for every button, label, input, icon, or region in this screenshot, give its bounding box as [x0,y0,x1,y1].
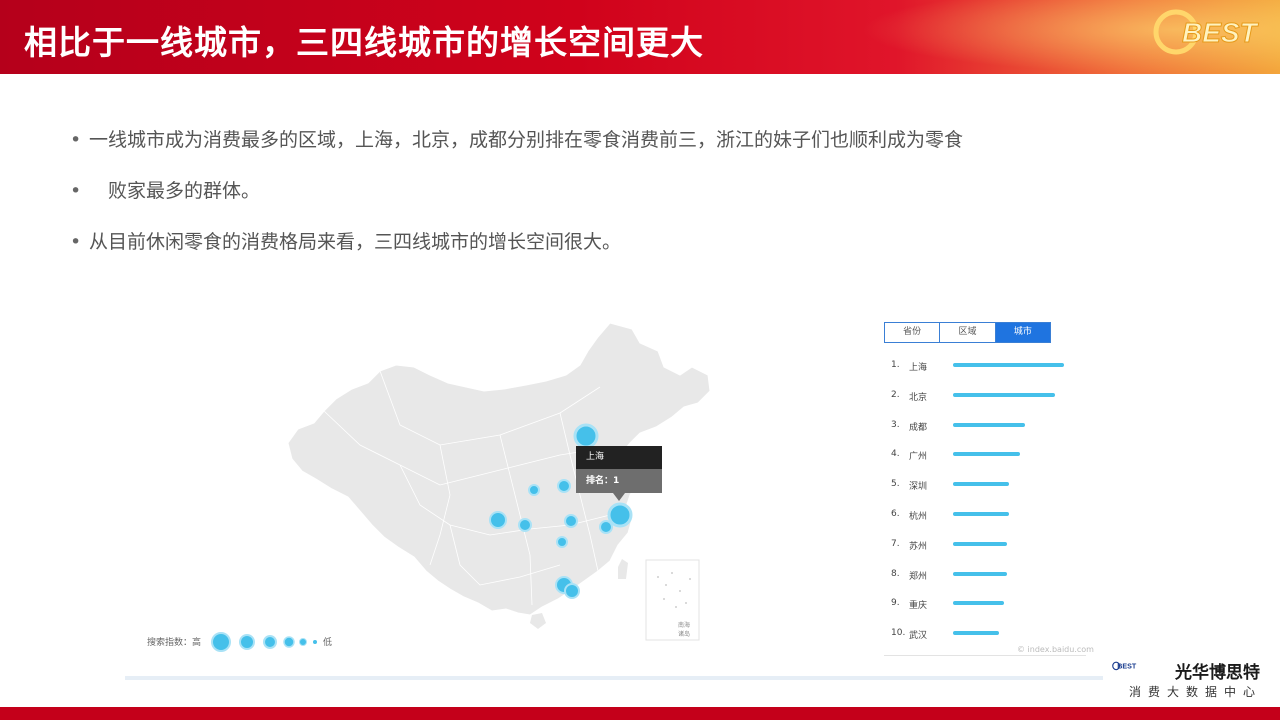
best-logo-top: BEST [1153,9,1260,55]
bullet-marker: • [70,231,82,253]
ranking-row: 8. 郑州 [884,561,1094,591]
brand-logo: BEST [1112,661,1137,671]
taiwan-island [618,559,628,579]
bubble-chongqing[interactable] [518,518,532,532]
region-tabs: 省份 区域 城市 [884,322,1051,343]
rank-number: 2. [891,389,900,400]
tooltip-city: 上海 [576,446,662,469]
map-tooltip: 上海 排名：1 [576,446,662,501]
bubble-hangzhou[interactable] [599,520,613,534]
legend-high-label: 搜索指数：高 [147,638,202,648]
ranking-row: 4. 广州 [884,441,1094,471]
bubble-wuhan[interactable] [564,514,578,528]
ranking-row: 7. 苏州 [884,531,1094,561]
bullet-item: • 败家最多的群体。 [70,177,1150,205]
footer-bar [0,707,1280,720]
rank-bar [953,452,1020,457]
rank-bar [953,482,1009,487]
bubble-shenzhen[interactable] [564,583,580,599]
tooltip-pointer [613,493,625,501]
rank-city: 重庆 [909,601,928,612]
map-legend: 搜索指数：高 低 [147,631,347,653]
ranking-row: 9. 重庆 [884,590,1094,620]
legend-dot [239,634,255,650]
rank-bar [953,422,1025,427]
data-source-credit: © index.baidu.com [1017,645,1094,654]
legend-dot [299,638,307,646]
brand-name: 光华博思特 [1175,663,1260,683]
legend-scale [211,632,317,652]
bubble-zhengzhou[interactable] [557,479,571,493]
header-banner: 相比于一线城市，三四线城市的增长空间更大 BEST [0,0,1280,74]
bullet-item: • 从目前休闲零食的消费格局来看，三四线城市的增长空间很大。 [70,228,1150,256]
bullet-list: • 一线城市成为消费最多的区域，上海，北京，成都分别排在零食消费前三，浙江的妹子… [70,126,1150,279]
rank-number: 6. [891,508,900,519]
rank-bar [953,363,1064,367]
bullet-marker: • [70,180,82,202]
tooltip-rank: 排名：1 [576,469,662,493]
tab-province[interactable]: 省份 [885,323,941,342]
ranking-row: 1. 上海 [884,352,1094,382]
bullet-marker: • [70,129,82,151]
ranking-baseline [884,655,1086,656]
tab-city[interactable]: 城市 [995,323,1050,342]
south-sea-inset: 南海 诸岛 [645,559,700,641]
svg-text:BEST: BEST [1117,663,1137,671]
rank-number: 4. [891,449,900,460]
rank-city: 成都 [909,422,928,433]
bubble-chengdu[interactable] [489,511,507,529]
legend-dot [283,636,295,648]
rank-number: 1. [891,360,900,370]
rank-city: 深圳 [909,482,928,493]
ranking-row: 2. 北京 [884,382,1094,412]
rank-number: 7. [891,538,900,549]
rank-number: 9. [891,598,900,609]
rank-city: 郑州 [909,571,928,582]
rank-city: 苏州 [909,541,928,552]
bubble-shanghai[interactable] [607,502,633,528]
hainan-island [530,613,546,629]
rank-bar [953,571,1007,576]
rank-number: 3. [891,419,900,430]
bubble-changsha[interactable] [556,536,568,548]
ranking-row: 5. 深圳 [884,471,1094,501]
legend-low-label: 低 [323,638,333,648]
rank-city: 上海 [909,363,928,373]
rank-number: 5. [891,479,900,490]
rank-bar [953,541,1007,546]
rank-number: 8. [891,568,900,579]
ranking-row: 3. 成都 [884,412,1094,442]
rank-bar [953,631,999,636]
bullet-item: • 一线城市成为消费最多的区域，上海，北京，成都分别排在零食消费前三，浙江的妹子… [70,126,1150,154]
rank-number: 10. [891,628,906,639]
inset-label-top: 南海 [678,621,690,629]
svg-text:BEST: BEST [1182,17,1260,48]
rank-city: 杭州 [909,511,928,522]
rank-bar [953,511,1009,516]
inset-label-bottom: 诸岛 [678,630,690,638]
bottom-divider [125,676,1103,680]
legend-dot [211,632,231,652]
rank-bar [953,601,1004,606]
bullet-text: 从目前休闲零食的消费格局来看，三四线城市的增长空间很大。 [89,231,622,253]
tab-region[interactable]: 区域 [940,323,996,342]
rank-city: 北京 [909,392,928,403]
rank-city: 武汉 [909,631,928,642]
rank-bar [953,392,1055,397]
bullet-text: 一线城市成为消费最多的区域，上海，北京，成都分别排在零食消费前三，浙江的妹子们也… [89,129,964,151]
legend-dot [313,640,317,644]
page-title: 相比于一线城市，三四线城市的增长空间更大 [24,23,704,62]
rank-city: 广州 [909,452,928,463]
legend-dot [263,635,277,649]
bubble-xian[interactable] [528,484,540,496]
bubble-beijing[interactable] [573,423,599,449]
ranking-row: 6. 杭州 [884,501,1094,531]
city-ranking-list: 1. 上海 2. 北京 3. 成都 4. 广州 5. 深圳 6. 杭州 7. 苏州 8. 郑州 9. 重庆 10. 武… [884,352,1094,650]
bullet-text: 败家最多的群体。 [108,180,261,202]
brand-subtitle: 消费大数据中心 [1129,685,1263,699]
